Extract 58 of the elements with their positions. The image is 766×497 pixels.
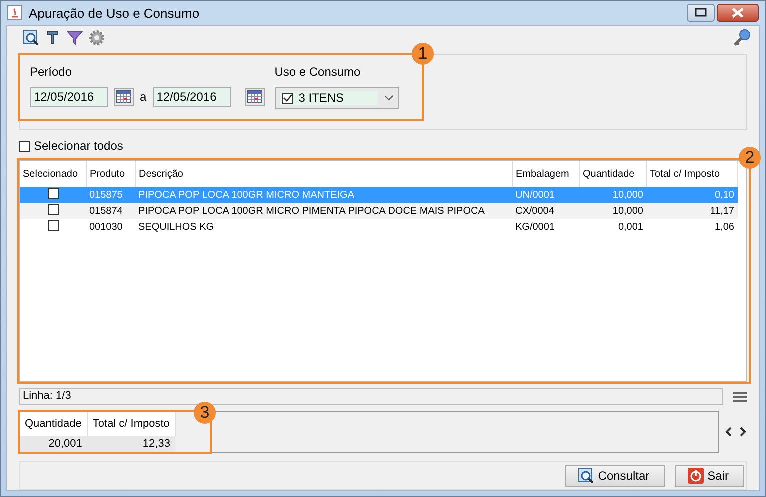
- callout-number: 1: [412, 43, 434, 65]
- range-separator: a: [140, 90, 147, 104]
- exit-button[interactable]: Sair: [674, 464, 744, 486]
- table-row[interactable]: 001030 SEQUILHOS KG KG/0001 0,001 1,06: [20, 219, 738, 235]
- search-icon: [578, 468, 594, 484]
- callout-number: 3: [194, 402, 216, 424]
- chevron-left-icon[interactable]: [725, 427, 733, 437]
- checkbox[interactable]: [19, 140, 30, 152]
- table-cell: 10,000: [580, 203, 646, 219]
- checkbox[interactable]: [48, 188, 59, 199]
- filter-icon[interactable]: [67, 30, 83, 46]
- checkbox[interactable]: [48, 220, 59, 231]
- total-cell: 20,001: [20, 436, 88, 452]
- close-button[interactable]: [717, 4, 759, 22]
- close-icon: [731, 8, 745, 18]
- search-icon[interactable]: [23, 30, 39, 46]
- menu-icon[interactable]: [733, 390, 747, 402]
- uso-consumo-dropdown[interactable]: 3 ITENS: [274, 87, 399, 109]
- table-row[interactable]: 015874 PIPOCA POP LOCA 100GR MICRO PIMENTA PIPOCA DOCE MAIS PIPOCA CX/0004 10,000 11,17: [20, 203, 738, 219]
- key-icon[interactable]: [733, 29, 751, 47]
- chevron-down-icon[interactable]: [384, 95, 394, 101]
- column-header[interactable]: Total c/ Imposto: [87, 412, 176, 436]
- table-cell: 0,10: [646, 187, 738, 203]
- restore-button[interactable]: [687, 4, 715, 22]
- table-cell: SEQUILHOS KG: [136, 219, 512, 235]
- settings-icon[interactable]: [89, 30, 105, 46]
- checkbox[interactable]: [282, 92, 293, 104]
- calendar-button[interactable]: [114, 88, 134, 106]
- table-cell: 001030: [86, 219, 136, 235]
- table-cell: PIPOCA POP LOCA 100GR MICRO PIMENTA PIPOCA DOCE MAIS PIPOCA: [136, 203, 512, 219]
- table-cell: PIPOCA POP LOCA 100GR MICRO MANTEIGA: [136, 187, 512, 203]
- table-cell: UN/0001: [512, 187, 580, 203]
- table-cell: 0,001: [580, 219, 646, 235]
- row-counter: Linha: 1/3: [19, 388, 723, 405]
- combo-value: 3 ITENS: [298, 91, 344, 105]
- callout-number: 2: [739, 147, 761, 169]
- column-header[interactable]: Quantidade: [20, 412, 88, 436]
- window-title: Apuração de Uso e Consumo: [29, 6, 200, 20]
- table-cell: 11,17: [646, 203, 738, 219]
- table-cell: 1,06: [646, 219, 738, 235]
- date-field[interactable]: 12/05/2016: [152, 87, 231, 107]
- chevron-right-icon[interactable]: [739, 427, 747, 437]
- table-cell: KG/0001: [512, 219, 580, 235]
- total-cell: 12,33: [87, 436, 176, 452]
- search-button[interactable]: Consultar: [565, 464, 665, 486]
- table-cell: CX/0004: [512, 203, 580, 219]
- power-icon: [688, 468, 704, 484]
- period-label: Período: [30, 65, 74, 79]
- table-cell: 015875: [86, 187, 136, 203]
- app-icon: [7, 5, 23, 21]
- checkbox[interactable]: [48, 204, 59, 215]
- uso-consumo-label: Uso e Consumo: [274, 65, 362, 79]
- table-cell: 10,000: [580, 187, 646, 203]
- select-all-label: Selecionar todos: [34, 139, 124, 153]
- date-field[interactable]: 12/05/2016: [30, 87, 108, 107]
- calendar-button[interactable]: [244, 88, 265, 106]
- table-cell: 015874: [86, 203, 136, 219]
- restore-icon: [695, 8, 707, 17]
